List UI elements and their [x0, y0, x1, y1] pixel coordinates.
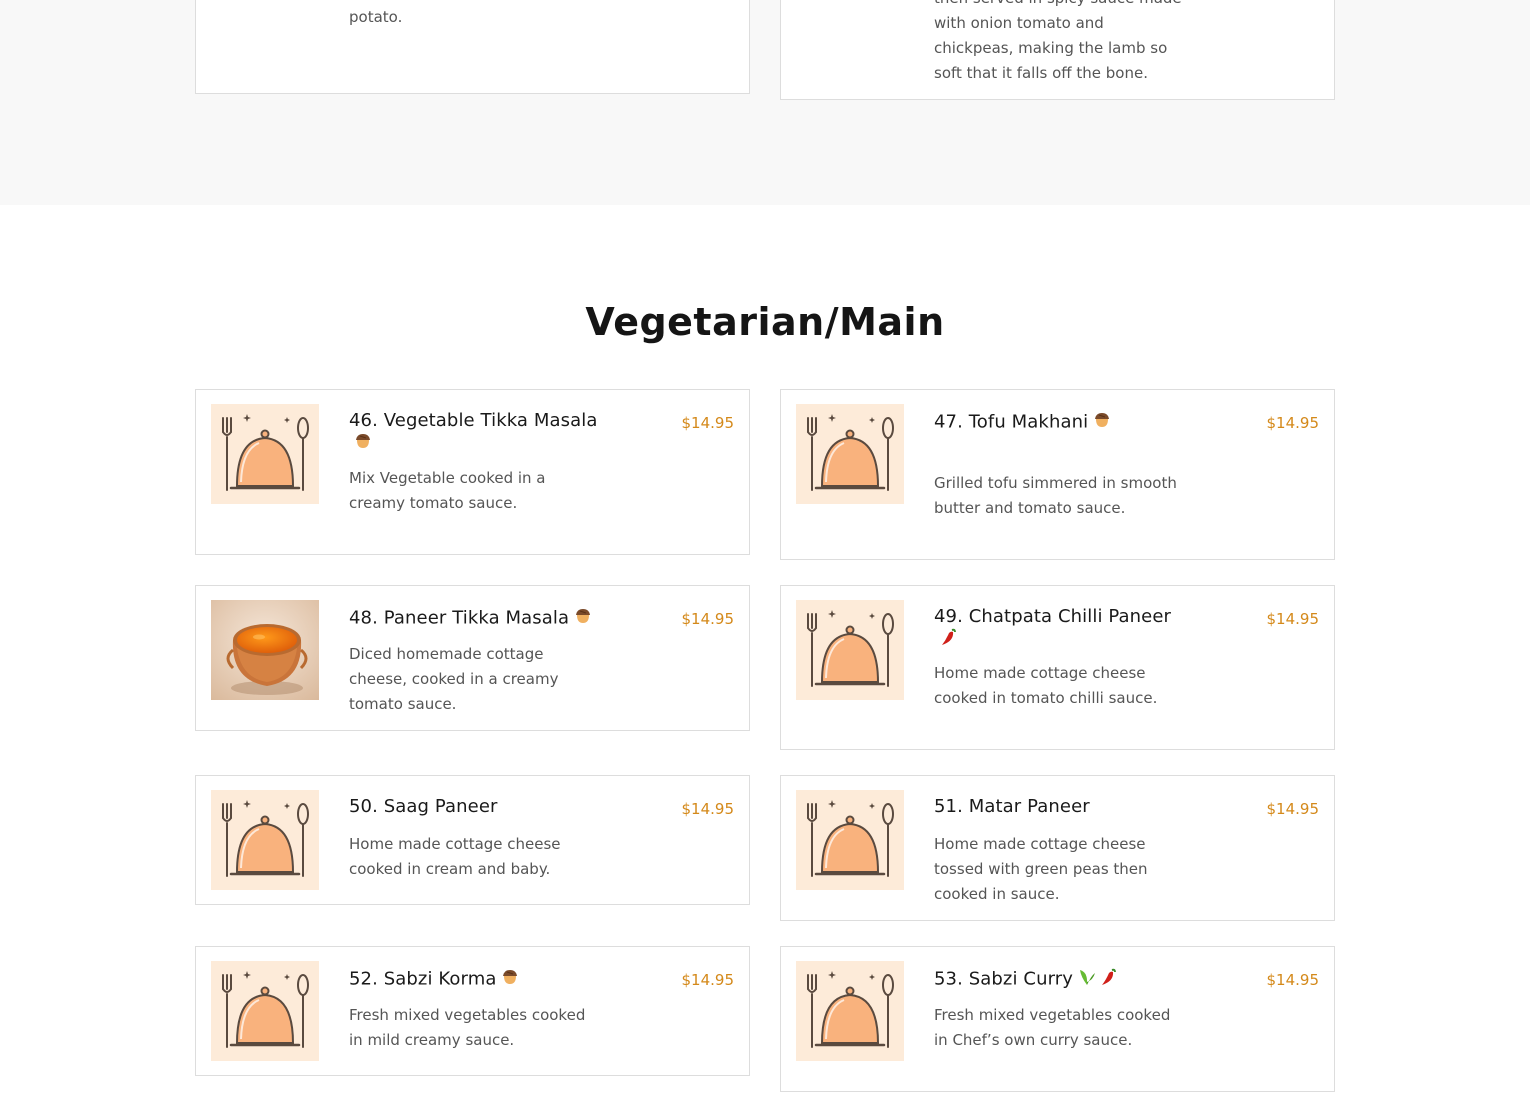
item-price: $14.95 [1266, 800, 1320, 818]
item-name-text: 53. Sabzi Curry [934, 968, 1074, 990]
dietary-tags [938, 627, 959, 652]
item-description: Mix Vegetable cooked in a creamy tomato … [349, 469, 546, 512]
dish-placeholder-icon[interactable] [211, 404, 319, 504]
item-name-text: 52. Sabzi Korma [349, 968, 497, 990]
nut-icon [573, 606, 593, 631]
item-price: $14.95 [681, 800, 735, 818]
dietary-tags [573, 606, 594, 631]
item-name[interactable]: 52. Sabzi Korma [349, 967, 604, 992]
item-name-text: 48. Paneer Tikka Masala [349, 607, 570, 629]
chili-icon [1098, 967, 1118, 992]
item-name[interactable]: 47. Tofu Makhani [934, 410, 1189, 435]
item-name-text: 47. Tofu Makhani [934, 411, 1089, 433]
item-name[interactable]: 51. Matar Paneer [934, 796, 1189, 817]
menu-card[interactable]: 49. Chatpata Chilli Paneer $14.95 Home mad… [780, 585, 1335, 750]
item-name-text: 46. Vegetable Tikka Masala [349, 410, 598, 431]
item-name[interactable]: 49. Chatpata Chilli Paneer [934, 606, 1189, 652]
description-line: chickpeas, making the lamb so [934, 39, 1168, 57]
vegan-icon [1077, 967, 1097, 992]
item-name[interactable]: 53. Sabzi Curry [934, 967, 1189, 992]
nut-icon [353, 431, 373, 456]
item-description: Home made cottage cheese cooked in tomat… [934, 664, 1158, 707]
item-price: $14.95 [1266, 610, 1320, 628]
item-price: $14.95 [681, 971, 735, 989]
item-price: $14.95 [1266, 414, 1320, 432]
item-description: then served in spicy sauce made with oni… [934, 0, 1194, 86]
item-price: $14.95 [1266, 971, 1320, 989]
item-price: $14.95 [681, 610, 735, 628]
menu-card[interactable]: 51. Matar Paneer $14.95 Home made cottage … [780, 775, 1335, 921]
nut-icon [1092, 410, 1112, 435]
menu-card[interactable]: 47. Tofu Makhani $14.95 Grilled tofu simme… [780, 389, 1335, 560]
item-description: Grilled tofu simmered in smooth butter a… [934, 474, 1177, 517]
nut-icon [500, 967, 520, 992]
item-description: Home made cottage cheese cooked in cream… [349, 835, 561, 878]
item-name-text: 51. Matar Paneer [934, 796, 1090, 817]
dish-placeholder-icon[interactable] [211, 961, 319, 1061]
item-description: Diced homemade cottage cheese, cooked in… [349, 645, 559, 713]
description-line: soft that it falls off the bone. [934, 64, 1148, 82]
item-name[interactable]: 48. Paneer Tikka Masala [349, 606, 604, 631]
menu-card-previous-right: then served in spicy sauce made with oni… [780, 0, 1335, 100]
item-description: Fresh mixed vegetables cooked in mild cr… [349, 1006, 586, 1049]
dish-placeholder-icon[interactable] [796, 600, 904, 700]
dish-placeholder-icon[interactable] [796, 790, 904, 890]
menu-card[interactable]: 52. Sabzi Korma $14.95 Fresh mixed vegetab… [195, 946, 750, 1076]
item-name[interactable]: 50. Saag Paneer [349, 796, 604, 817]
dietary-tags [1077, 967, 1119, 992]
dietary-tags [500, 967, 521, 992]
description-line: then served in spicy sauce made [934, 0, 1194, 11]
dietary-tags [353, 431, 374, 456]
dish-placeholder-icon[interactable] [211, 790, 319, 890]
dietary-tags [1092, 410, 1113, 435]
description-line: with onion tomato and [934, 14, 1104, 32]
chili-icon [938, 627, 958, 652]
menu-card[interactable]: 48. Paneer Tikka Masala $14.95 Diced homem… [195, 585, 750, 731]
menu-card-previous-left: potato. [195, 0, 750, 94]
dish-placeholder-icon[interactable] [796, 961, 904, 1061]
item-price: $14.95 [681, 414, 735, 432]
dish-photo[interactable] [211, 600, 319, 700]
item-description: Home made cottage cheese tossed with gre… [934, 835, 1148, 903]
menu-card[interactable]: 46. Vegetable Tikka Masala $14.95 Mix Vege… [195, 389, 750, 555]
item-name-text: 49. Chatpata Chilli Paneer [934, 606, 1172, 627]
item-name[interactable]: 46. Vegetable Tikka Masala [349, 410, 604, 456]
menu-card[interactable]: 53. Sabzi Curry $14.95 Fresh mixed vegetab… [780, 946, 1335, 1092]
menu-card[interactable]: 50. Saag Paneer $14.95 Home made cottage c… [195, 775, 750, 905]
dish-placeholder-icon[interactable] [796, 404, 904, 504]
section-title: Vegetarian/Main [585, 300, 945, 344]
item-description: potato. [349, 8, 403, 26]
item-name-text: 50. Saag Paneer [349, 796, 498, 817]
item-description: Fresh mixed vegetables cooked in Chef’s … [934, 1006, 1171, 1049]
